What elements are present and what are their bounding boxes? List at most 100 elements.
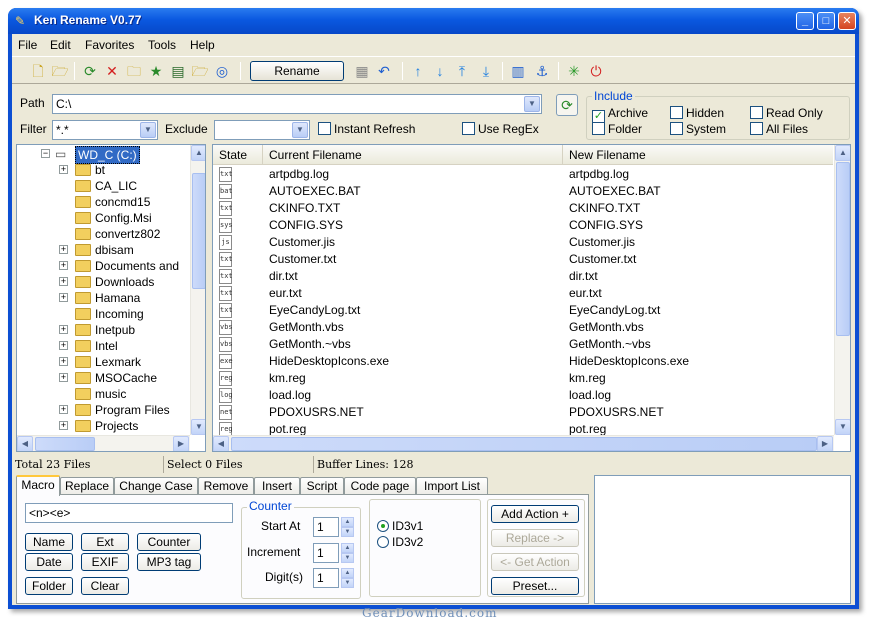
scroll-left-icon[interactable]: ◀: [213, 436, 229, 451]
expand-icon[interactable]: +: [59, 421, 68, 430]
tab-import-list[interactable]: Import List: [416, 477, 488, 495]
spin-down-icon[interactable]: ▼: [341, 527, 354, 537]
chevron-down-icon[interactable]: ▼: [140, 122, 156, 138]
tab-macro[interactable]: Macro: [16, 475, 60, 496]
scroll-right-icon[interactable]: ▶: [817, 436, 833, 451]
filter-combo[interactable]: *.* ▼: [52, 120, 158, 140]
spin-up-icon[interactable]: ▲: [341, 568, 354, 578]
move-up-icon[interactable]: ↑: [408, 61, 428, 81]
refresh-folder-icon[interactable]: ⟳: [80, 61, 100, 81]
ext-button[interactable]: Ext: [81, 533, 129, 551]
close-button[interactable]: ✕: [838, 12, 856, 30]
move-top-icon[interactable]: ⤒: [452, 61, 472, 81]
save-disabled-icon[interactable]: ▦: [352, 61, 372, 81]
tree-item[interactable]: + Inetpub: [17, 322, 189, 338]
spin-down-icon[interactable]: ▼: [341, 578, 354, 588]
minimize-button[interactable]: _: [796, 12, 814, 30]
table-row[interactable]: vbs GetMonth.~vbs GetMonth.~vbs: [213, 336, 833, 353]
collapse-icon[interactable]: −: [41, 149, 50, 158]
tree-item[interactable]: CA_LIC: [17, 178, 189, 194]
expand-icon[interactable]: +: [59, 293, 68, 302]
table-row[interactable]: txt EyeCandyLog.txt EyeCandyLog.txt: [213, 302, 833, 319]
id3v1-radio[interactable]: ID3v1: [377, 519, 423, 533]
instant-refresh-checkbox[interactable]: Instant Refresh: [318, 122, 415, 136]
move-down-icon[interactable]: ↓: [430, 61, 450, 81]
macro-input[interactable]: <n><e>: [25, 503, 233, 523]
expand-icon[interactable]: +: [59, 165, 68, 174]
scroll-up-icon[interactable]: ▲: [835, 145, 850, 161]
table-row[interactable]: vbs GetMonth.vbs GetMonth.vbs: [213, 319, 833, 336]
tree-item[interactable]: + Documents and: [17, 258, 189, 274]
replace-action-button[interactable]: Replace ->: [491, 529, 579, 547]
scroll-up-icon[interactable]: ▲: [191, 145, 205, 161]
tree-item[interactable]: + Projects: [17, 418, 189, 434]
expand-icon[interactable]: +: [59, 357, 68, 366]
tree-item[interactable]: + Program Files: [17, 402, 189, 418]
tree-item[interactable]: Incoming: [17, 306, 189, 322]
name-button[interactable]: Name: [25, 533, 73, 551]
document-icon[interactable]: ▤: [168, 61, 188, 81]
tab-change-case[interactable]: Change Case: [114, 477, 198, 495]
tree-item[interactable]: convertz802: [17, 226, 189, 242]
table-row[interactable]: txt artpdbg.log artpdbg.log: [213, 166, 833, 183]
table-row[interactable]: txt dir.txt dir.txt: [213, 268, 833, 285]
table-row[interactable]: txt eur.txt eur.txt: [213, 285, 833, 302]
table-row[interactable]: js Customer.jis Customer.jis: [213, 234, 833, 251]
scroll-thumb[interactable]: [192, 173, 205, 289]
tree-vertical-scrollbar[interactable]: ▲ ▼: [190, 145, 205, 435]
digits-value[interactable]: 1: [313, 568, 339, 588]
delete-icon[interactable]: ✕: [102, 61, 122, 81]
expand-icon[interactable]: +: [59, 245, 68, 254]
tree-item[interactable]: music: [17, 386, 189, 402]
expand-icon[interactable]: +: [59, 277, 68, 286]
folder-checkbox[interactable]: Folder: [592, 122, 642, 136]
scroll-down-icon[interactable]: ▼: [835, 419, 850, 435]
title-bar[interactable]: ✎ Ken Rename V0.77 _ □ ✕: [8, 8, 859, 34]
open-folder-icon[interactable]: 🗁: [50, 61, 70, 81]
folder-button[interactable]: Folder: [25, 577, 73, 595]
column-current-filename[interactable]: Current Filename: [263, 145, 563, 165]
browse-folder-icon[interactable]: 🗁: [190, 61, 210, 81]
tree-root[interactable]: − ▭ WD_C (C:): [17, 146, 187, 164]
menu-help[interactable]: Help: [190, 38, 215, 52]
expand-icon[interactable]: +: [59, 261, 68, 270]
tree-item[interactable]: + Hamana: [17, 290, 189, 306]
clear-button[interactable]: Clear: [81, 577, 129, 595]
tree-item[interactable]: concmd15: [17, 194, 189, 210]
tab-replace[interactable]: Replace: [60, 477, 114, 495]
all-files-checkbox[interactable]: All Files: [750, 122, 808, 136]
preset-button[interactable]: Preset...: [491, 577, 579, 595]
spin-down-icon[interactable]: ▼: [341, 553, 354, 563]
hidden-checkbox[interactable]: Hidden: [670, 106, 724, 120]
tree-item[interactable]: + bt: [17, 162, 189, 178]
scroll-right-icon[interactable]: ▶: [173, 436, 189, 451]
use-regex-checkbox[interactable]: Use RegEx: [462, 122, 539, 136]
table-row[interactable]: txt CKINFO.TXT CKINFO.TXT: [213, 200, 833, 217]
anchor-icon[interactable]: ⚓: [532, 61, 552, 81]
scroll-left-icon[interactable]: ◀: [17, 436, 33, 451]
exit-icon[interactable]: ⏻: [586, 61, 606, 81]
table-row[interactable]: bat AUTOEXEC.BAT AUTOEXEC.BAT: [213, 183, 833, 200]
spin-up-icon[interactable]: ▲: [341, 543, 354, 553]
settings-grid-icon[interactable]: ✳: [564, 61, 584, 81]
columns-icon[interactable]: ▥: [508, 61, 528, 81]
tree-item[interactable]: + Lexmark: [17, 354, 189, 370]
tab-insert[interactable]: Insert: [254, 477, 300, 495]
new-file-icon[interactable]: 🗋: [28, 61, 48, 81]
tree-item[interactable]: + Downloads: [17, 274, 189, 290]
tree-item[interactable]: + MSOCache: [17, 370, 189, 386]
undo-icon[interactable]: ↶: [374, 61, 394, 81]
table-row[interactable]: txt Customer.txt Customer.txt: [213, 251, 833, 268]
menu-tools[interactable]: Tools: [148, 38, 176, 52]
start-at-value[interactable]: 1: [313, 517, 339, 537]
menu-favorites[interactable]: Favorites: [85, 38, 134, 52]
folder-tree[interactable]: − ▭ WD_C (C:) + bt CA_LIC concmd15 Config.Ms…: [16, 144, 206, 452]
scroll-down-icon[interactable]: ▼: [191, 419, 205, 435]
chevron-down-icon[interactable]: ▼: [292, 122, 308, 138]
exif-button[interactable]: EXIF: [81, 553, 129, 571]
target-icon[interactable]: ◎: [212, 61, 232, 81]
expand-icon[interactable]: +: [59, 405, 68, 414]
mp3-tag-button[interactable]: MP3 tag: [137, 553, 201, 571]
table-row[interactable]: exe HideDesktopIcons.exe HideDesktopIcons.…: [213, 353, 833, 370]
digits-spinner[interactable]: 1 ▲ ▼: [313, 568, 355, 588]
